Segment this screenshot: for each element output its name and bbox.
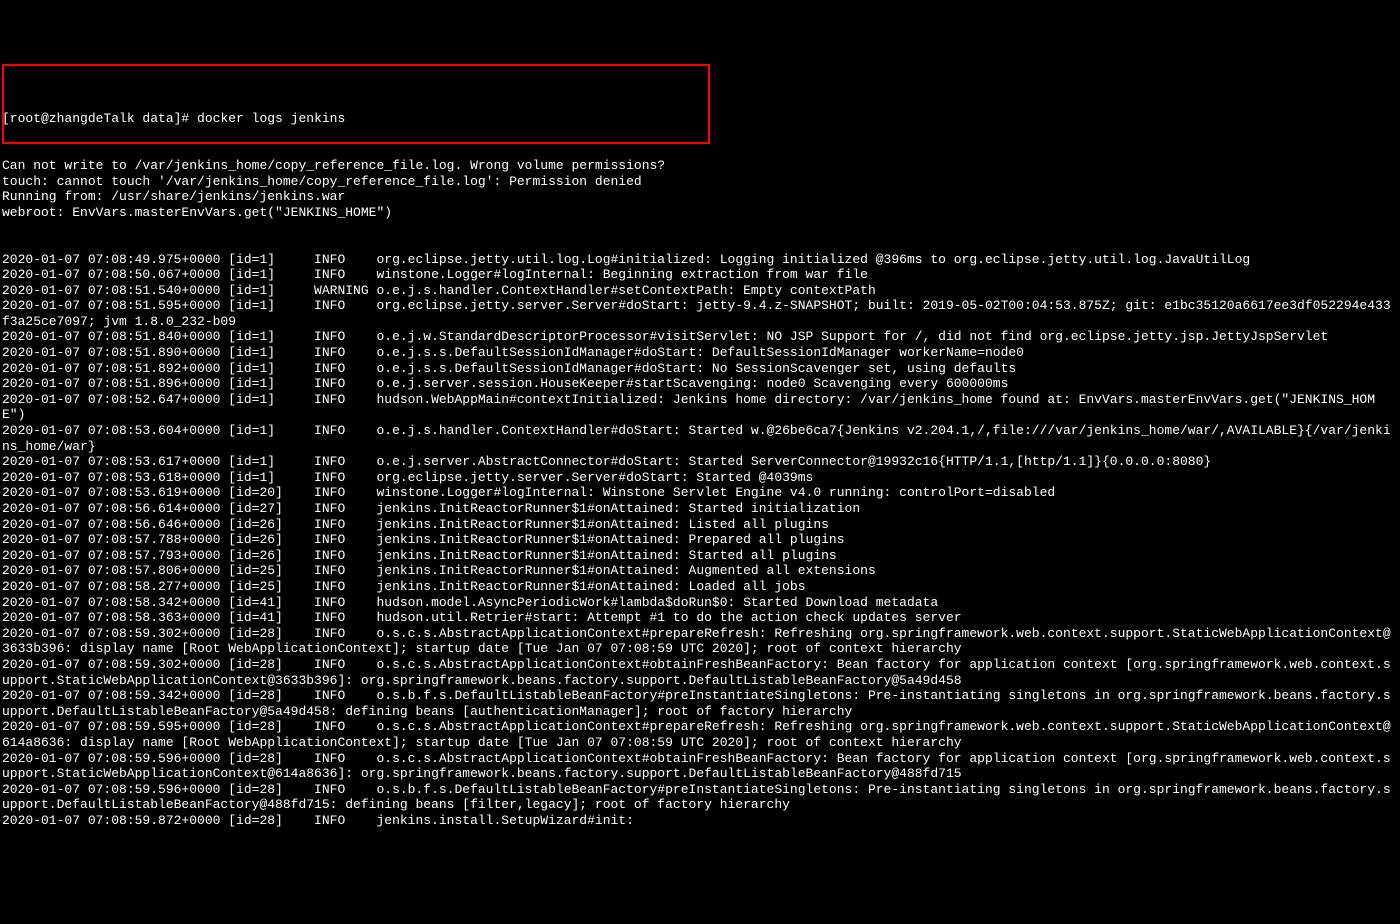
log-line: 2020-01-07 07:08:51.840+0000 [id=1] INFO… [2,329,1398,345]
command-text: docker logs jenkins [197,111,345,126]
header-line: Can not write to /var/jenkins_home/copy_… [2,158,1398,174]
header-line: webroot: EnvVars.masterEnvVars.get("JENK… [2,205,1398,221]
log-line: 2020-01-07 07:08:52.647+0000 [id=1] INFO… [2,392,1398,423]
log-line: 2020-01-07 07:08:58.277+0000 [id=25] INF… [2,579,1398,595]
log-line: 2020-01-07 07:08:53.618+0000 [id=1] INFO… [2,470,1398,486]
log-line: 2020-01-07 07:08:51.892+0000 [id=1] INFO… [2,361,1398,377]
command-prompt-line: [root@zhangdeTalk data]# docker logs jen… [2,111,1398,127]
log-line: 2020-01-07 07:08:53.619+0000 [id=20] INF… [2,485,1398,501]
log-line: 2020-01-07 07:08:50.067+0000 [id=1] INFO… [2,267,1398,283]
log-line: 2020-01-07 07:08:51.890+0000 [id=1] INFO… [2,345,1398,361]
log-line: 2020-01-07 07:08:57.793+0000 [id=26] INF… [2,548,1398,564]
log-line: 2020-01-07 07:08:59.596+0000 [id=28] INF… [2,751,1398,782]
log-line: 2020-01-07 07:08:59.302+0000 [id=28] INF… [2,657,1398,688]
log-line: 2020-01-07 07:08:59.872+0000 [id=28] INF… [2,813,1398,829]
prompt-user-host: [root@zhangdeTalk data]# [2,111,189,126]
log-line: 2020-01-07 07:08:57.788+0000 [id=26] INF… [2,532,1398,548]
log-line: 2020-01-07 07:08:51.896+0000 [id=1] INFO… [2,376,1398,392]
log-line: 2020-01-07 07:08:59.595+0000 [id=28] INF… [2,719,1398,750]
header-lines-container: Can not write to /var/jenkins_home/copy_… [2,158,1398,220]
log-line: 2020-01-07 07:08:53.617+0000 [id=1] INFO… [2,454,1398,470]
terminal-output[interactable]: [root@zhangdeTalk data]# docker logs jen… [2,64,1398,844]
log-line: 2020-01-07 07:08:57.806+0000 [id=25] INF… [2,563,1398,579]
log-line: 2020-01-07 07:08:59.596+0000 [id=28] INF… [2,782,1398,813]
log-line: 2020-01-07 07:08:56.646+0000 [id=26] INF… [2,517,1398,533]
log-line: 2020-01-07 07:08:59.302+0000 [id=28] INF… [2,626,1398,657]
log-line: 2020-01-07 07:08:59.342+0000 [id=28] INF… [2,688,1398,719]
header-line: Running from: /usr/share/jenkins/jenkins… [2,189,1398,205]
header-line: touch: cannot touch '/var/jenkins_home/c… [2,174,1398,190]
log-line: 2020-01-07 07:08:58.342+0000 [id=41] INF… [2,595,1398,611]
log-line: 2020-01-07 07:08:51.595+0000 [id=1] INFO… [2,298,1398,329]
log-line: 2020-01-07 07:08:58.363+0000 [id=41] INF… [2,610,1398,626]
log-line: 2020-01-07 07:08:56.614+0000 [id=27] INF… [2,501,1398,517]
log-line: 2020-01-07 07:08:49.975+0000 [id=1] INFO… [2,252,1398,268]
highlight-annotation-box [2,64,710,144]
log-lines-container: 2020-01-07 07:08:49.975+0000 [id=1] INFO… [2,252,1398,829]
log-line: 2020-01-07 07:08:51.540+0000 [id=1] WARN… [2,283,1398,299]
log-line: 2020-01-07 07:08:53.604+0000 [id=1] INFO… [2,423,1398,454]
